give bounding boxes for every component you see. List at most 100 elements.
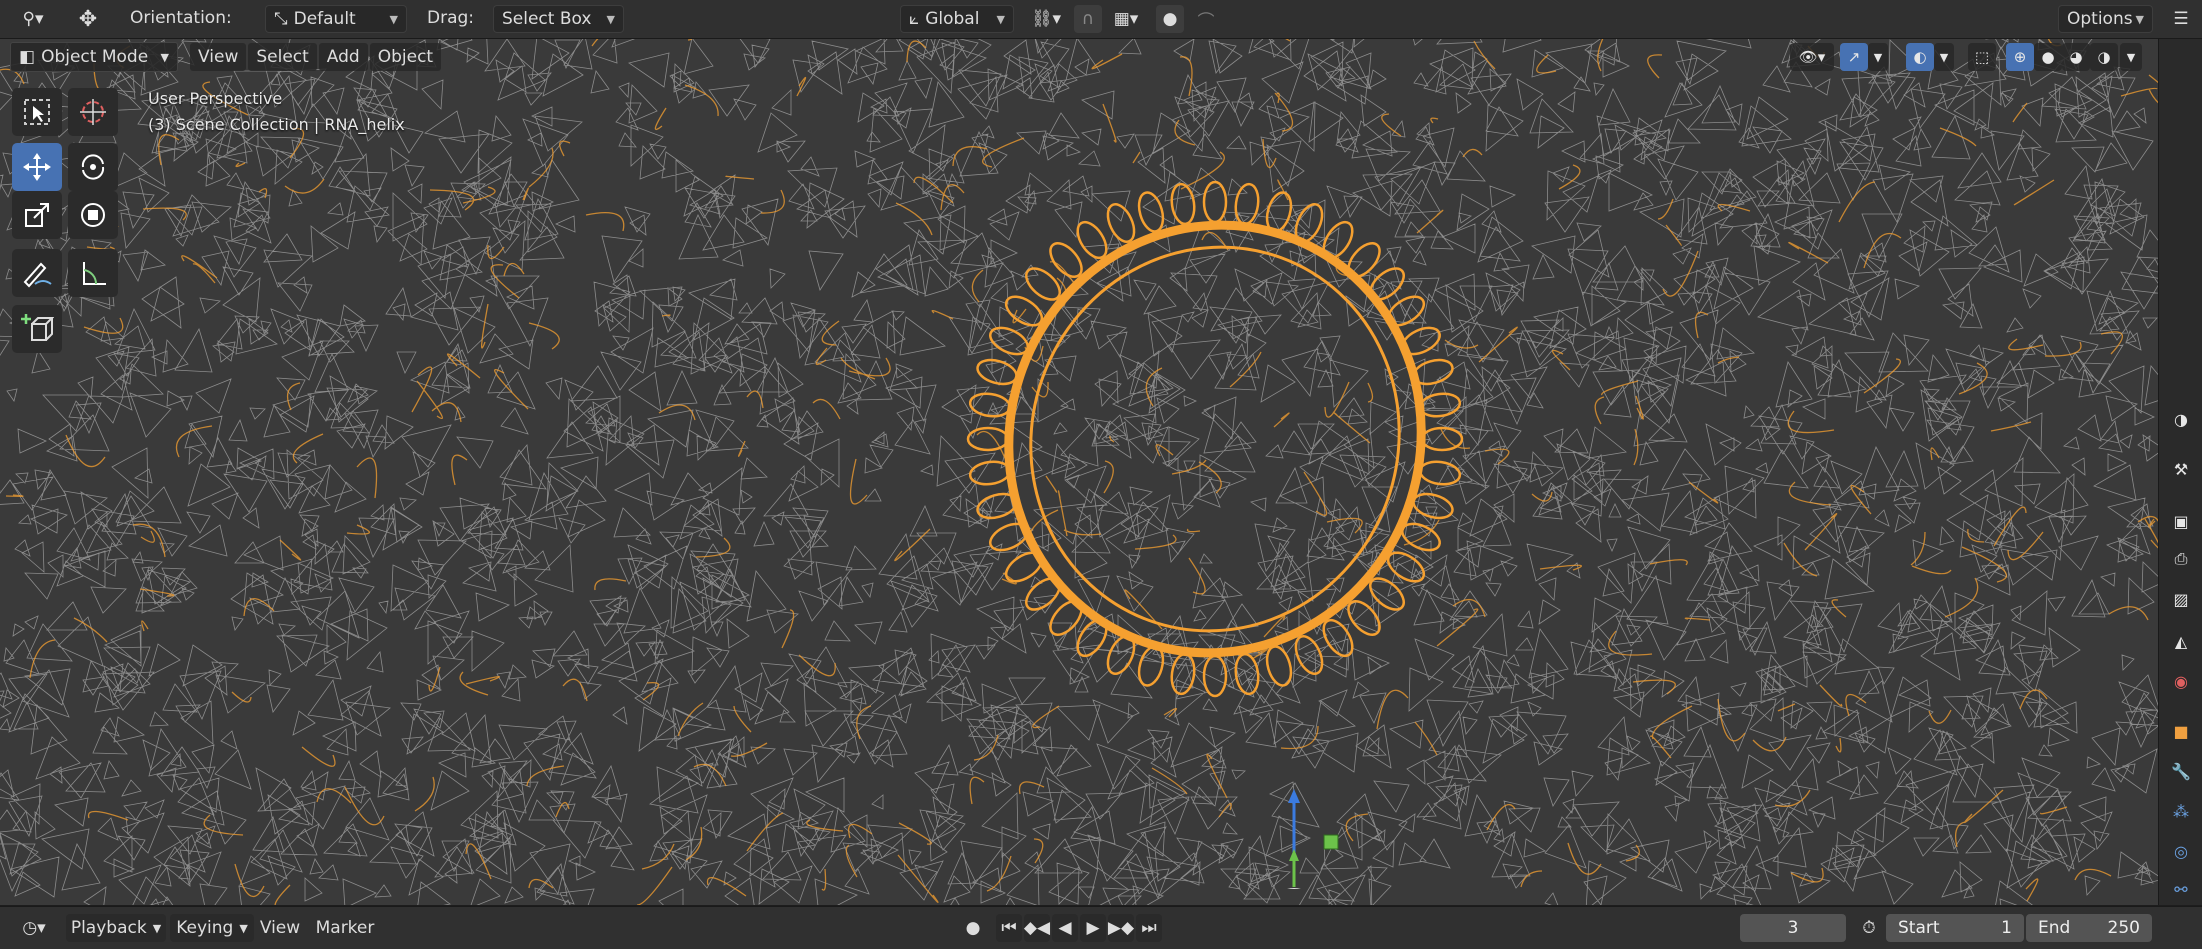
tool-header: ⚲▾ ✥ Orientation: ⤡ Default ▼ Drag: Sele… [0, 0, 2202, 39]
menu-marker[interactable]: Marker [312, 914, 378, 942]
object-tab[interactable]: ■ [2169, 719, 2193, 743]
menu-select[interactable]: Select [248, 43, 317, 71]
gizmo-toggle[interactable]: ↗ [1840, 43, 1868, 71]
menu-playback[interactable]: Playback ▼ [66, 914, 166, 942]
solid-sphere-icon: ● [2041, 48, 2055, 66]
world-tab[interactable]: ◉ [2169, 669, 2193, 693]
marker-label: Marker [315, 918, 375, 938]
menu-object[interactable]: Object [369, 43, 442, 71]
transform-orientation-dropdown[interactable]: ⟀ Global ▼ [900, 5, 1014, 33]
overlay-icon: ◐ [1913, 48, 1927, 66]
jump-start-button[interactable]: ⏮ [996, 914, 1022, 942]
scene-tab[interactable]: ◭ [2169, 629, 2193, 653]
snap-toggle[interactable]: ∩ [1074, 5, 1102, 33]
transform-tool[interactable] [68, 191, 118, 239]
rendered-sphere-icon: ◑ [2097, 48, 2111, 66]
menu-keying[interactable]: Keying ▼ [170, 914, 254, 942]
move-gizmo-icon-button[interactable]: ✥ [70, 5, 106, 33]
current-frame-field[interactable]: 3 [1740, 914, 1846, 942]
options-label: Options [2067, 9, 2133, 29]
shading-solid[interactable]: ● [2034, 43, 2062, 71]
shading-dropdown[interactable]: ▼ [2120, 43, 2142, 71]
add-cube-tool[interactable] [12, 305, 62, 353]
measure-tool[interactable] [68, 249, 118, 297]
global-axes-icon: ⟀ [909, 9, 920, 29]
modifiers-tab[interactable]: 🔧 [2169, 759, 2193, 783]
next-keyframe-icon: ▶◆ [1107, 918, 1135, 938]
xray-icon: ⬚ [1974, 48, 1990, 66]
options-dropdown[interactable]: Options ▼ [2058, 5, 2153, 33]
shading-rendered[interactable]: ◑ [2090, 43, 2118, 71]
menu-view[interactable]: View [258, 914, 302, 942]
preview-range-toggle[interactable]: ⏱ [1856, 914, 1882, 942]
start-value: 1 [2001, 918, 2012, 938]
rotate-icon [81, 154, 105, 180]
next-keyframe-button[interactable]: ▶◆ [1108, 914, 1134, 942]
orientation-dropdown[interactable]: ⤡ Default ▼ [265, 5, 407, 33]
pivot-point-button[interactable]: ⛓▾ [1026, 5, 1066, 33]
falloff-button[interactable]: ⌒ [1188, 5, 1224, 33]
3d-viewport[interactable]: ◧ Object Mode ▼ View Select Add Object 👁… [0, 39, 2158, 905]
chevron-down-icon: ▼ [152, 921, 162, 935]
transform-space-value: Global [925, 9, 980, 29]
move-arrows-icon: ✥ [78, 6, 98, 32]
jump-end-button[interactable]: ⏭ [1136, 914, 1162, 942]
chevron-down-icon: ▼ [606, 12, 615, 26]
gizmo-icon: ↗ [1847, 48, 1861, 66]
toggle-icon: ◑ [2174, 409, 2188, 429]
rotate-tool[interactable] [68, 143, 118, 191]
mode-dropdown[interactable]: ◧ Object Mode ▼ [10, 42, 178, 72]
visibility-button[interactable]: 👁▾ [1790, 43, 1834, 71]
panel-icon: ☰ [2173, 9, 2189, 29]
record-button[interactable]: ● [958, 914, 988, 942]
shading-wireframe[interactable]: ⊕ [2006, 43, 2034, 71]
annotate-tool[interactable] [12, 249, 62, 297]
end-value: 250 [2107, 918, 2140, 938]
pivot-icon: ⛓▾ [1030, 9, 1062, 29]
menu-view[interactable]: View [190, 43, 247, 71]
overlay-dropdown[interactable]: ▼ [1934, 43, 1954, 71]
proportional-edit-toggle[interactable]: ● [1156, 5, 1184, 33]
prev-keyframe-button[interactable]: ◆◀ [1024, 914, 1050, 942]
constraints-tab[interactable]: ⚯ [2169, 877, 2193, 901]
scale-icon [25, 203, 49, 227]
overlay-toggle[interactable]: ◐ [1906, 43, 1934, 71]
playback-label: Playback [70, 918, 147, 938]
cursor-icon [80, 99, 106, 125]
physics-tab[interactable]: ◎ [2169, 839, 2193, 863]
play-reverse-button[interactable]: ◀ [1052, 914, 1078, 942]
chevron-down-icon: ▼ [1939, 50, 1949, 64]
end-label: End [2038, 918, 2071, 938]
shading-material[interactable]: ◕ [2062, 43, 2090, 71]
cursor-tool[interactable] [68, 88, 118, 136]
output-tab[interactable]: ⎙ [2169, 547, 2193, 571]
wire-mesh-lines [0, 39, 2158, 905]
snap-target-button[interactable]: ▦▾ [1106, 5, 1146, 33]
eye-icon: 👁▾ [1798, 48, 1826, 66]
xray-toggle[interactable]: ⬚ [1968, 43, 1996, 71]
start-frame-field[interactable]: Start 1 [1886, 914, 2024, 942]
gizmo-dropdown[interactable]: ▼ [1868, 43, 1888, 71]
editor-type-button[interactable]: ◷▾ [12, 914, 56, 942]
active-tool-tab[interactable]: ⚒ [2169, 457, 2193, 481]
move-tool[interactable] [12, 143, 62, 191]
sidebar-toggle[interactable]: ☰ [2166, 5, 2196, 33]
view-layer-tab[interactable]: ▨ [2169, 587, 2193, 611]
tool-properties-tab[interactable]: ◑ [2169, 407, 2193, 431]
transform-icon [81, 203, 105, 227]
drag-dropdown[interactable]: Select Box ▼ [493, 5, 624, 33]
orientation-value: Default [293, 9, 356, 29]
chevron-down-icon: ▼ [2135, 12, 2144, 26]
chevron-down-icon: ▼ [2126, 50, 2136, 64]
tool-settings-button[interactable]: ⚲▾ [8, 5, 58, 33]
tool-settings-icon: ⚲▾ [22, 9, 44, 29]
particles-tab[interactable]: ⁂ [2169, 799, 2193, 823]
scene-collection-text: (3) Scene Collection | RNA_helix [148, 115, 405, 134]
measure-icon [83, 262, 106, 285]
scale-tool[interactable] [12, 191, 62, 239]
end-frame-field[interactable]: End 250 [2026, 914, 2152, 942]
select-box-tool[interactable] [12, 88, 62, 136]
render-tab[interactable]: ▣ [2169, 509, 2193, 533]
play-button[interactable]: ▶ [1080, 914, 1106, 942]
menu-add[interactable]: Add [318, 43, 368, 71]
